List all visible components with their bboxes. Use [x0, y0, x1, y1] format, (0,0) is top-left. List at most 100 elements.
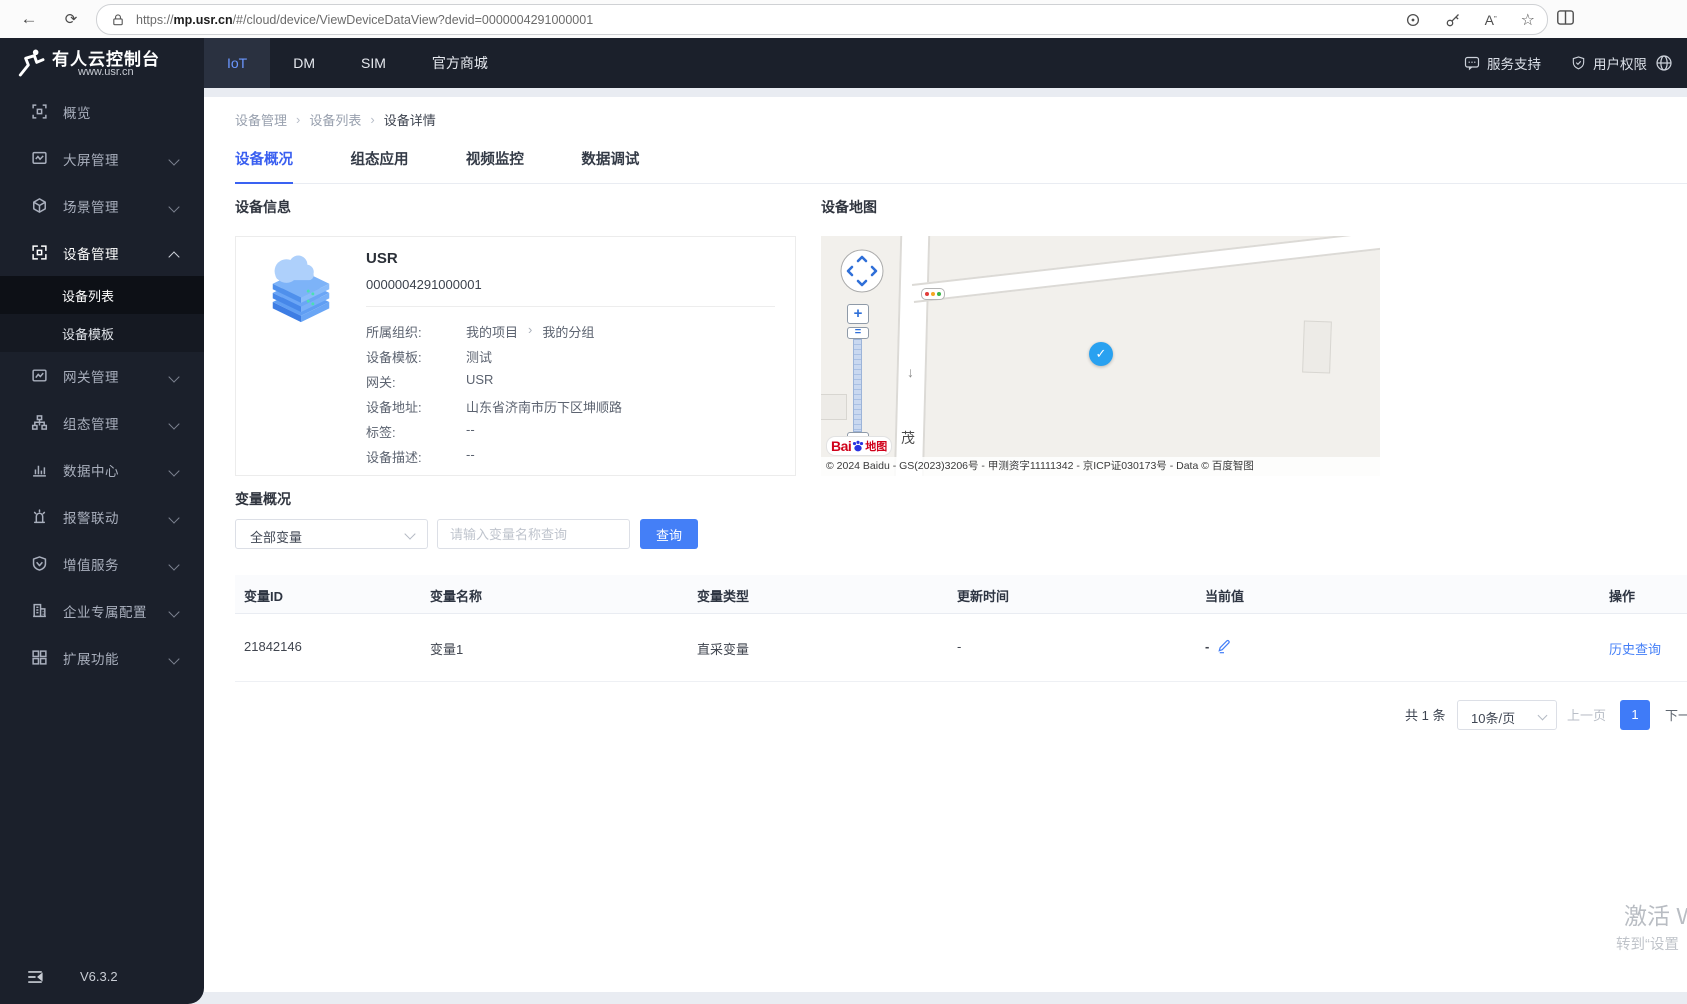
pagination-page-1[interactable]: 1 — [1620, 700, 1650, 730]
chevron-down-icon — [168, 559, 180, 571]
service-support[interactable]: 服务支持 — [1464, 53, 1541, 73]
nav-tab-mall[interactable]: 官方商城 — [409, 38, 511, 88]
device-map[interactable]: + = − ✓ ↓ 茂 Bai 地图 © 2024 Baidu - GS(202… — [821, 236, 1380, 476]
brand-url: www.usr.cn — [78, 66, 134, 78]
browser-refresh-button[interactable]: ⟳ — [58, 6, 84, 32]
chat-icon — [1464, 56, 1480, 71]
nav-tab-dm[interactable]: DM — [270, 38, 338, 88]
browser-toolbar: ← ⟳ https://mp.usr.cn/#/cloud/device/Vie… — [0, 0, 1687, 38]
chevron-down-icon — [168, 154, 180, 166]
cell-variable-name: 变量1 — [430, 642, 464, 657]
breadcrumb-separator: › — [370, 112, 375, 127]
gateway-icon — [31, 367, 48, 384]
sidebar-item-extensions[interactable]: 扩展功能 — [0, 634, 204, 681]
sidebar-item-device-template[interactable]: 设备模板 — [0, 314, 204, 352]
tab-data-debug[interactable]: 数据调试 — [581, 145, 639, 182]
field-tags: 标签: -- — [366, 422, 475, 440]
big-screen-icon — [31, 150, 48, 167]
sidebar-item-value-added[interactable]: 增值服务 — [0, 540, 204, 587]
pagination-total: 共 1 条 — [1405, 708, 1446, 723]
breadcrumb: 设备管理 › 设备列表 › 设备详情 — [235, 110, 436, 129]
field-organization: 所属组织: 我的项目 › 我的分组 — [366, 322, 595, 340]
breadcrumb-device-detail: 设备详情 — [383, 113, 436, 128]
user-permissions[interactable]: 用户权限 — [1571, 53, 1647, 73]
sidebar-item-screen-mgmt[interactable]: 大屏管理 — [0, 135, 204, 182]
map-road-label: 茂 — [901, 430, 915, 446]
main-content: 设备管理 › 设备列表 › 设备详情 设备概况 组态应用 视频监控 数据调试 设… — [204, 97, 1687, 992]
edit-value-icon[interactable] — [1216, 639, 1231, 654]
favorites-star-icon[interactable]: ☆ — [1521, 10, 1535, 30]
browser-back-button[interactable]: ← — [16, 6, 42, 32]
split-screen-icon[interactable] — [1556, 8, 1575, 27]
pagination-next[interactable]: 下一页 — [1665, 700, 1687, 732]
sidebar-collapse-icon[interactable] — [26, 968, 44, 986]
history-query-link[interactable]: 历史查询 — [1609, 642, 1661, 657]
geolocation-icon[interactable] — [1405, 12, 1421, 28]
baidu-paw-icon — [853, 440, 864, 452]
sidebar-item-device-mgmt[interactable]: 设备管理 — [0, 229, 204, 276]
pagination-prev[interactable]: 上一页 — [1567, 700, 1606, 732]
breadcrumb-device-list[interactable]: 设备列表 — [309, 110, 361, 129]
site-permissions-icon[interactable] — [111, 13, 125, 27]
overview-icon — [31, 103, 48, 120]
detail-tabs: 设备概况 组态应用 视频监控 数据调试 — [235, 145, 1687, 184]
variable-type-select[interactable]: 全部变量 — [235, 519, 428, 549]
sidebar-item-overview[interactable]: 概览 — [0, 88, 204, 135]
chevron-down-icon — [404, 528, 416, 540]
app-version: V6.3.2 — [80, 969, 118, 984]
map-zoom-in-button[interactable]: + — [847, 304, 869, 324]
top-nav: IoT DM SIM 官方商城 — [204, 38, 511, 88]
nav-tab-iot[interactable]: IoT — [204, 38, 271, 88]
url-text: https://mp.usr.cn/#/cloud/device/ViewDev… — [136, 12, 594, 27]
shield-icon — [1572, 56, 1585, 70]
device-info-title: 设备信息 — [235, 199, 291, 215]
query-button[interactable]: 查询 — [640, 519, 698, 549]
chevron-down-icon — [168, 465, 180, 477]
device-location-marker[interactable]: ✓ — [1089, 342, 1113, 366]
table-row: 21842146 变量1 直采变量 - - 历史查询 主 — [235, 613, 1687, 682]
org-separator: › — [528, 322, 533, 337]
tab-video-monitor[interactable]: 视频监控 — [466, 145, 524, 182]
address-bar[interactable]: https://mp.usr.cn/#/cloud/device/ViewDev… — [96, 4, 1548, 35]
tab-device-overview[interactable]: 设备概况 — [235, 145, 293, 184]
chevron-down-icon — [168, 371, 180, 383]
page-size-select[interactable]: 10条/页 — [1457, 700, 1557, 730]
nav-tab-sim[interactable]: SIM — [338, 38, 409, 88]
cell-updated-time: - — [957, 639, 962, 654]
sidebar-item-gateway-mgmt[interactable]: 网关管理 — [0, 352, 204, 399]
sidebar-item-config-mgmt[interactable]: 组态管理 — [0, 399, 204, 446]
field-template: 设备模板: 测试 — [366, 350, 493, 365]
traffic-light-icon — [921, 288, 945, 300]
usr-person-icon — [15, 47, 47, 79]
brand-logo[interactable]: 有人云控制台 www.usr.cn — [0, 38, 204, 88]
chevron-down-icon — [1537, 710, 1548, 721]
sidebar-item-data-center[interactable]: 数据中心 — [0, 446, 204, 493]
breadcrumb-device-mgmt[interactable]: 设备管理 — [235, 110, 287, 129]
value-added-shield-icon — [31, 555, 48, 572]
configuration-icon — [31, 414, 48, 431]
divider — [366, 306, 775, 307]
map-zoom-slider-handle[interactable]: = — [847, 327, 869, 339]
map-building — [1302, 320, 1332, 374]
map-pan-control[interactable] — [839, 248, 885, 294]
cell-variable-type: 直采变量 — [697, 642, 750, 657]
variable-search-input[interactable] — [437, 519, 630, 549]
map-zoom-slider-track[interactable] — [853, 339, 862, 432]
tab-configuration-app[interactable]: 组态应用 — [350, 145, 408, 182]
device-mgmt-icon — [31, 244, 48, 261]
sidebar: 概览 大屏管理 场景管理 设备管理 设备列表 设备模板 网关管理 组态管理 数据… — [0, 88, 204, 1004]
language-globe-icon[interactable] — [1655, 54, 1673, 72]
read-aloud-icon[interactable]: A” — [1485, 12, 1497, 28]
device-map-title: 设备地图 — [821, 199, 877, 215]
password-key-icon[interactable] — [1445, 12, 1461, 28]
sidebar-item-scene-mgmt[interactable]: 场景管理 — [0, 182, 204, 229]
sidebar-item-enterprise-config[interactable]: 企业专属配置 — [0, 587, 204, 634]
chevron-down-icon — [168, 201, 180, 213]
sidebar-item-device-list[interactable]: 设备列表 — [0, 276, 204, 314]
device-name: USR — [366, 250, 398, 267]
alarm-siren-icon — [31, 508, 48, 525]
activation-watermark-line1: 激活 W — [1624, 903, 1687, 929]
sidebar-item-alarm-linkage[interactable]: 报警联动 — [0, 493, 204, 540]
chevron-up-icon — [168, 251, 180, 263]
field-description: 设备描述: -- — [366, 447, 475, 465]
